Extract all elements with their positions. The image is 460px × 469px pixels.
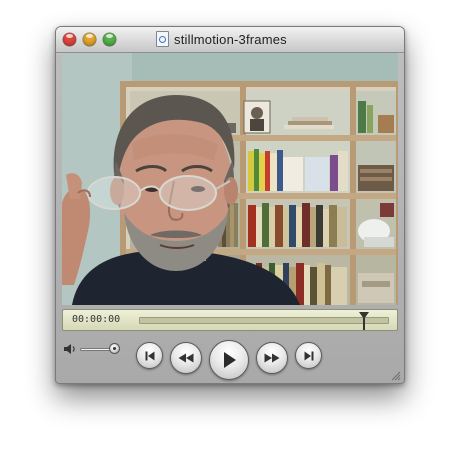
desktop: stillmotion-3frames 00:00:00 [0, 0, 460, 469]
fast-forward-button[interactable] [256, 342, 288, 374]
window-title: stillmotion-3frames [174, 31, 287, 47]
current-time-readout: 00:00:00 [72, 314, 121, 325]
scrubber-track[interactable] [139, 317, 389, 324]
close-button[interactable] [63, 33, 76, 46]
play-icon [224, 352, 236, 368]
volume-slider-knob[interactable] [108, 343, 120, 354]
controls-bar [56, 332, 404, 384]
rewind-icon [178, 353, 194, 363]
timeline-bar[interactable]: 00:00:00 [62, 309, 398, 331]
resize-grip-icon[interactable] [389, 369, 401, 381]
speaker-icon[interactable] [63, 343, 77, 355]
skip-back-icon [145, 351, 154, 360]
window-title-group: stillmotion-3frames [156, 31, 287, 47]
rewind-button[interactable] [170, 342, 202, 374]
title-bar[interactable]: stillmotion-3frames [56, 27, 404, 53]
quicktime-player-window: stillmotion-3frames 00:00:00 [55, 26, 405, 384]
zoom-button[interactable] [103, 33, 116, 46]
skip-forward-icon [304, 351, 313, 360]
play-button[interactable] [209, 340, 249, 380]
video-frame[interactable] [62, 53, 398, 305]
quicktime-movie-file-icon[interactable] [156, 31, 169, 47]
minimize-button[interactable] [83, 33, 96, 46]
playhead-icon[interactable] [359, 312, 369, 330]
go-to-start-button[interactable] [136, 342, 163, 369]
fast-forward-icon [264, 353, 280, 363]
go-to-end-button[interactable] [295, 342, 322, 369]
video-image [62, 53, 398, 305]
